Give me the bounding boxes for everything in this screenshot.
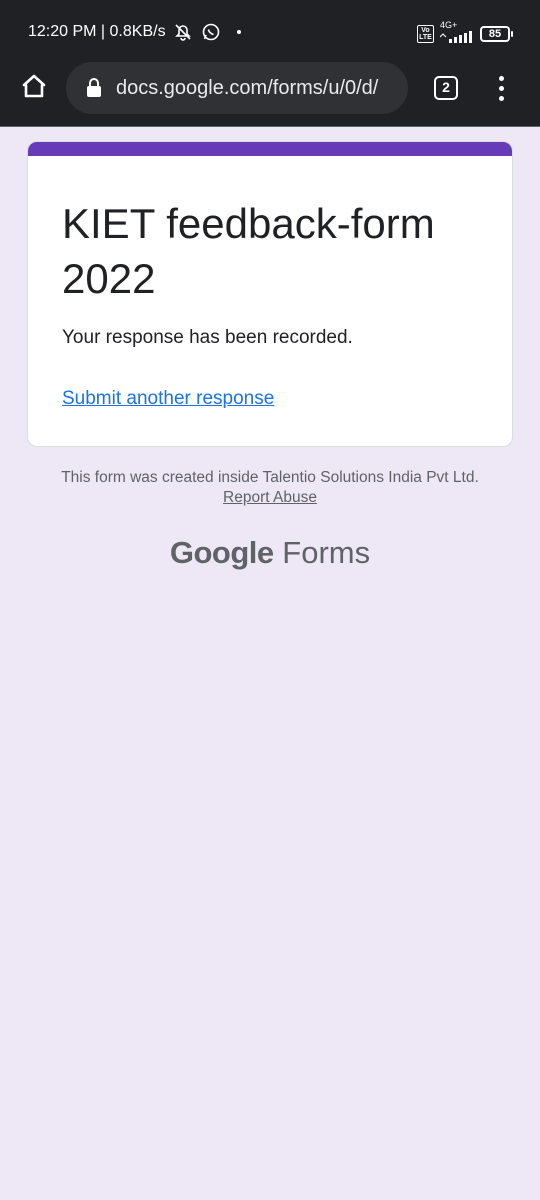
- network-type: 4G+: [440, 20, 458, 30]
- volte-badge: Vo LTE: [417, 25, 434, 43]
- status-time-speed: 12:20 PM | 0.8KB/s: [28, 23, 166, 40]
- browser-toolbar: docs.google.com/forms/u/0/d/ 2: [0, 62, 540, 114]
- network-block: 4G+: [439, 20, 474, 48]
- tabs-button[interactable]: 2: [434, 76, 458, 100]
- footer-note-text: This form was created inside Talentio So…: [61, 469, 479, 486]
- form-card: KIET feedback-form 2022 Your response ha…: [27, 141, 513, 447]
- status-right: Vo LTE 4G+ 85: [417, 20, 513, 48]
- form-title: KIET feedback-form 2022: [62, 200, 435, 302]
- brand-google: Google: [169, 535, 274, 570]
- confirmation-message: Your response has been recorded.: [62, 327, 353, 348]
- home-icon: [20, 72, 48, 105]
- report-abuse-link[interactable]: Report Abuse: [223, 489, 317, 506]
- status-left: 12:20 PM | 0.8KB/s: [28, 21, 250, 43]
- address-bar[interactable]: docs.google.com/forms/u/0/d/: [66, 62, 408, 114]
- lock-icon: [86, 78, 102, 98]
- footer-note: This form was created inside Talentio So…: [40, 468, 500, 508]
- card-accent-bar: [28, 142, 512, 156]
- more-vert-icon[interactable]: [491, 72, 511, 104]
- brand-forms: Forms: [282, 535, 371, 570]
- submit-another-link[interactable]: Submit another response: [62, 388, 274, 410]
- dot-icon: [228, 21, 250, 43]
- url-text[interactable]: docs.google.com/forms/u/0/d/: [116, 77, 406, 100]
- signal-icon: [439, 30, 474, 48]
- browser-chrome: 12:20 PM | 0.8KB/s Vo LTE 4G+ 85 docs.go…: [0, 0, 540, 127]
- whatsapp-icon: [200, 21, 222, 43]
- google-forms-logo[interactable]: Google Forms: [0, 535, 540, 571]
- status-bar: 12:20 PM | 0.8KB/s Vo LTE 4G+ 85: [0, 0, 540, 62]
- mute-alarm-icon: [172, 21, 194, 43]
- home-button[interactable]: [18, 72, 50, 104]
- battery-icon: 85: [480, 26, 513, 42]
